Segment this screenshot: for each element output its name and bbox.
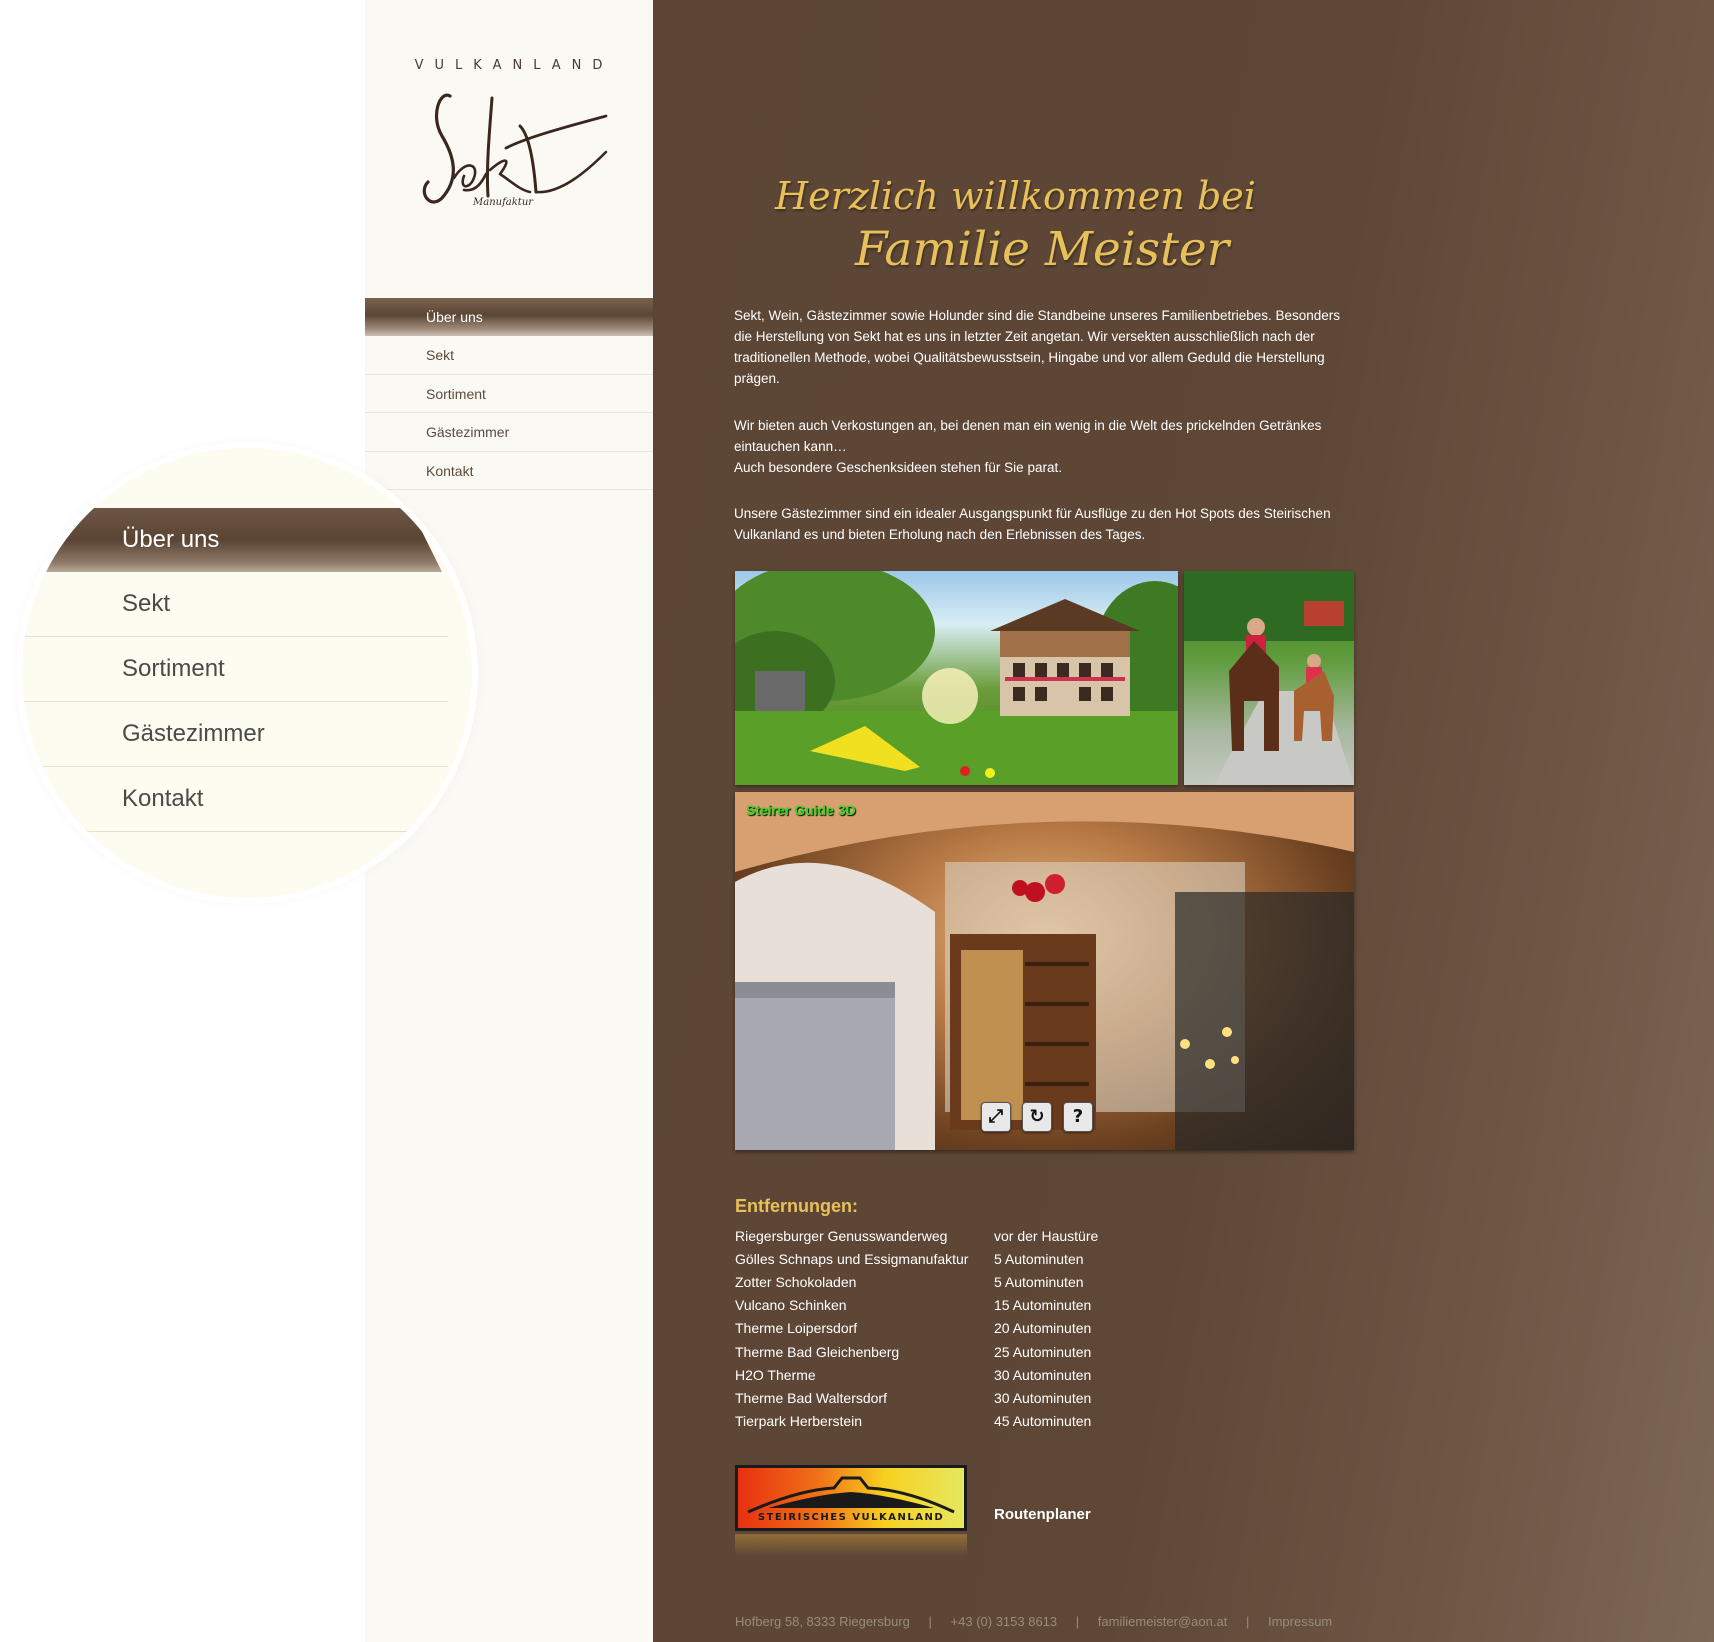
distance-place: Riegersburger Genusswanderweg (735, 1227, 948, 1244)
footer-separator: | (1245, 1614, 1250, 1629)
distance-time: 25 Autominuten (994, 1343, 1092, 1360)
footer-separator: | (1075, 1614, 1080, 1629)
footer: Hofberg 58, 8333 Riegersburg | +43 (0) 3… (735, 1614, 1332, 1629)
intro-paragraph-2-line-b: Auch besondere Geschenksideen stehen für… (734, 460, 1062, 475)
welcome-heading-line1: Herzlich willkommen bei (775, 174, 1256, 218)
zoom-nav-item-gaestezimmer[interactable]: Gästezimmer (22, 702, 448, 767)
intro-paragraph-3: Unsere Gästezimmer sind ein idealer Ausg… (734, 506, 1331, 542)
distance-time: 30 Autominuten (994, 1389, 1092, 1406)
distance-place: Therme Bad Gleichenberg (735, 1343, 900, 1360)
zoom-nav-item-sortiment[interactable]: Sortiment (22, 637, 448, 702)
distance-place: Vulcano Schinken (735, 1297, 847, 1314)
horse-riding-photo[interactable] (1184, 571, 1354, 785)
distance-place: H2O Therme (735, 1366, 816, 1383)
nav-item-sekt[interactable]: Sekt (365, 336, 653, 375)
intro-paragraph-2-line-a: Wir bieten auch Verkostungen an, bei den… (734, 418, 1322, 454)
nav-item-sortiment[interactable]: Sortiment (365, 375, 653, 413)
fullscreen-icon[interactable]: ⤢ (981, 1102, 1011, 1132)
distance-place: Zotter Schokoladen (735, 1273, 857, 1290)
zoom-nav-item-ueber-uns[interactable]: Über uns (46, 508, 442, 572)
table-row: H2O Therme 30 Autominuten (735, 1363, 1098, 1386)
guesthouse-photo-illustration (735, 571, 1178, 785)
distances-heading: Entfernungen: (735, 1196, 858, 1216)
zoom-nav-item-kontakt[interactable]: Kontakt (22, 767, 448, 832)
table-row: Therme Loipersdorf 20 Autominuten (735, 1317, 1098, 1340)
horse-riding-photo-illustration (1184, 571, 1354, 785)
guesthouse-photo[interactable] (735, 571, 1178, 785)
main-content: Herzlich willkommen bei Familie Meister … (653, 0, 1714, 1642)
table-row: Zotter Schokoladen 5 Autominuten (735, 1270, 1098, 1293)
vulkanland-logo-reflection (735, 1534, 967, 1556)
distance-time: vor der Haustüre (994, 1227, 1099, 1244)
table-row: Therme Bad Gleichenberg 25 Autominuten (735, 1340, 1098, 1363)
table-row: Riegersburger Genusswanderweg vor der Hau… (735, 1224, 1098, 1247)
footer-separator: | (928, 1614, 932, 1629)
table-row: Gölles Schnaps und Essigmanufaktur 5 Auto… (735, 1247, 1098, 1270)
distance-time: 30 Autominuten (994, 1366, 1092, 1383)
nav-item-kontakt[interactable]: Kontakt (365, 452, 653, 490)
brand-subtitle: Manufaktur (473, 197, 534, 208)
welcome-heading-line2: Familie Meister (855, 222, 1230, 277)
footer-phone[interactable]: +43 (0) 3153 8613 (951, 1614, 1058, 1629)
intro-paragraph-2: Wir bieten auch Verkostungen an, bei den… (734, 415, 1354, 478)
nav-item-gaestezimmer[interactable]: Gästezimmer (365, 413, 653, 452)
rotate-icon[interactable]: ↻ (1022, 1102, 1052, 1132)
distance-time: 5 Autominuten (994, 1250, 1084, 1267)
distance-time: 45 Autominuten (994, 1413, 1092, 1430)
distance-time: 5 Autominuten (994, 1273, 1084, 1290)
cellar-photo-illustration (735, 792, 1354, 1150)
cellar-3d-tour[interactable]: Steirer Guide 3D ⤢ ↻ ? (735, 792, 1354, 1150)
vulkanland-logo-text: STEIRISCHES VULKANLAND (757, 1512, 945, 1523)
footer-email[interactable]: familiemeister@aon.at (1098, 1614, 1228, 1629)
nav-zoom-magnifier: Über uns Sekt Sortiment Gästezimmer Kont… (22, 448, 472, 898)
table-row: Vulcano Schinken 15 Autominuten (735, 1294, 1098, 1317)
distances-table: Riegersburger Genusswanderweg vor der Hau… (735, 1224, 1098, 1433)
zoom-nav: Über uns Sekt Sortiment Gästezimmer Kont… (22, 508, 472, 832)
intro-paragraph-1: Sekt, Wein, Gästezimmer sowie Holunder s… (734, 308, 1341, 386)
steirisches-vulkanland-logo[interactable]: STEIRISCHES VULKANLAND (735, 1465, 967, 1531)
routenplaner-link[interactable]: Routenplaner (994, 1506, 1091, 1523)
main-nav: Über uns Sekt Sortiment Gästezimmer Kont… (365, 298, 653, 490)
help-icon[interactable]: ? (1063, 1102, 1093, 1132)
distance-place: Tierpark Herberstein (735, 1413, 863, 1430)
tour-label: Steirer Guide 3D (746, 802, 856, 818)
table-row: Therme Bad Waltersdorf 30 Autominuten (735, 1386, 1098, 1409)
table-row: Tierpark Herberstein 45 Autominuten (735, 1410, 1098, 1433)
distance-time: 15 Autominuten (994, 1297, 1092, 1314)
nav-item-ueber-uns[interactable]: Über uns (365, 298, 653, 336)
footer-impressum-link[interactable]: Impressum (1268, 1614, 1332, 1629)
distance-place: Therme Bad Waltersdorf (735, 1389, 887, 1406)
distance-time: 20 Autominuten (994, 1320, 1092, 1337)
zoom-nav-item-sekt[interactable]: Sekt (22, 572, 448, 637)
brand-wordmark: VULKANLAND (414, 58, 614, 73)
distance-place: Therme Loipersdorf (735, 1320, 858, 1337)
distance-place: Gölles Schnaps und Essigmanufaktur (735, 1250, 969, 1267)
footer-address: Hofberg 58, 8333 Riegersburg (735, 1614, 910, 1629)
